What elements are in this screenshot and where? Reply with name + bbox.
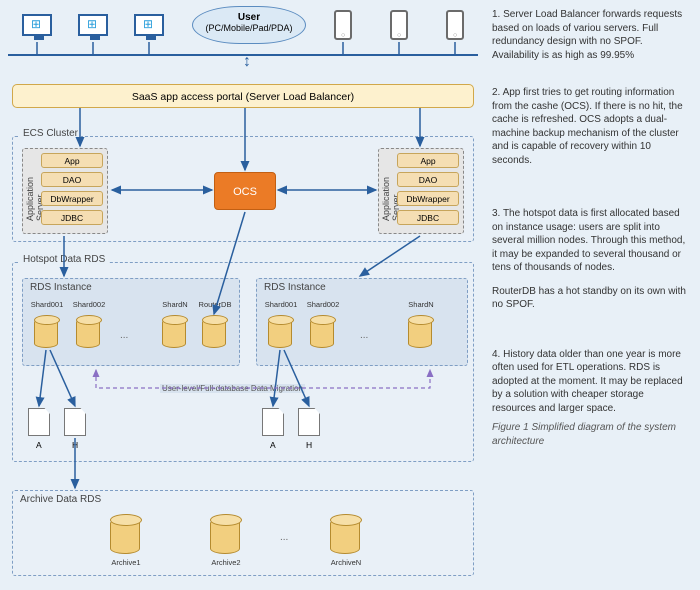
database-icon (162, 318, 186, 348)
app-server-right: Application Server App DAO DbWrapper JDB… (378, 148, 464, 234)
ellipsis: ... (280, 532, 288, 543)
notes-sidebar: 1. Server Load Balancer forwards request… (486, 0, 700, 590)
stack-layer: JDBC (41, 210, 103, 225)
bidir-arrow-icon: ↕ (240, 58, 254, 66)
archive-label: Archive2 (206, 558, 246, 567)
document-icon (64, 408, 86, 436)
shard-label: RouterDB (196, 300, 234, 309)
database-icon (310, 318, 334, 348)
database-icon (110, 518, 140, 554)
note-4: 4. History data older than one year is m… (492, 348, 690, 416)
database-icon (408, 318, 432, 348)
stack-layer: App (397, 153, 459, 168)
mobile-icon (390, 10, 408, 40)
migration-label: User-level/Full-database Data Migration (160, 384, 305, 393)
architecture-diagram: ⊞ ⊞ ⊞ User (PC/Mobile/Pad/PDA) ↕ SaaS ap… (0, 0, 486, 590)
doc-label: A (36, 440, 42, 450)
hotspot-title: Hotspot Data RDS (20, 254, 108, 265)
stack-layer: App (41, 153, 103, 168)
shard-label: Shard002 (70, 300, 108, 309)
doc-label: A (270, 440, 276, 450)
desktop-icon: ⊞ (78, 14, 108, 36)
desktop-icon: ⊞ (22, 14, 52, 36)
note-2: 2. App first tries to get routing inform… (492, 86, 690, 167)
stack-layer: DAO (41, 172, 103, 187)
archive-label: ArchiveN (326, 558, 366, 567)
user-title: User (238, 12, 260, 23)
note-3a: 3. The hotspot data is first allocated b… (492, 207, 690, 275)
ocs-label: OCS (233, 186, 257, 198)
shard-label: ShardN (158, 300, 192, 309)
database-icon (76, 318, 100, 348)
user-cloud: User (PC/Mobile/Pad/PDA) (192, 6, 306, 44)
ellipsis: ... (360, 330, 368, 341)
database-icon (330, 518, 360, 554)
shard-label: Shard001 (262, 300, 300, 309)
rds-instance-label: RDS Instance (30, 282, 92, 293)
database-icon (268, 318, 292, 348)
mobile-icon (334, 10, 352, 40)
stack-layer: DbWrapper (41, 191, 103, 206)
database-icon (202, 318, 226, 348)
database-icon (210, 518, 240, 554)
rds-instance-label: RDS Instance (264, 282, 326, 293)
note-1: 1. Server Load Balancer forwards request… (492, 8, 690, 62)
ocs-box: OCS (214, 172, 276, 210)
shard-label: ShardN (404, 300, 438, 309)
doc-label: H (306, 440, 312, 450)
document-icon (298, 408, 320, 436)
archive-label: Archive1 (106, 558, 146, 567)
note-3b: RouterDB has a hot standby on its own wi… (492, 285, 690, 312)
desktop-icon: ⊞ (134, 14, 164, 36)
layer-stack: App DAO DbWrapper JDBC (41, 153, 103, 229)
database-icon (34, 318, 58, 348)
stack-layer: JDBC (397, 210, 459, 225)
figure-caption: Figure 1 Simplified diagram of the syste… (492, 421, 690, 448)
shard-label: Shard002 (304, 300, 342, 309)
stack-layer: DAO (397, 172, 459, 187)
user-subtitle: (PC/Mobile/Pad/PDA) (205, 23, 292, 33)
mobile-icon (446, 10, 464, 40)
shard-label: Shard001 (28, 300, 66, 309)
doc-label: H (72, 440, 78, 450)
archive-title: Archive Data RDS (20, 494, 101, 505)
layer-stack: App DAO DbWrapper JDBC (397, 153, 459, 229)
load-balancer-box: SaaS app access portal (Server Load Bala… (12, 84, 474, 108)
stack-layer: DbWrapper (397, 191, 459, 206)
ecs-title: ECS Cluster (20, 128, 81, 139)
app-server-left: Application Server App DAO DbWrapper JDB… (22, 148, 108, 234)
slb-label: SaaS app access portal (Server Load Bala… (132, 91, 354, 103)
note-3: 3. The hotspot data is first allocated b… (492, 207, 690, 312)
document-icon (28, 408, 50, 436)
ellipsis: ... (120, 330, 128, 341)
document-icon (262, 408, 284, 436)
